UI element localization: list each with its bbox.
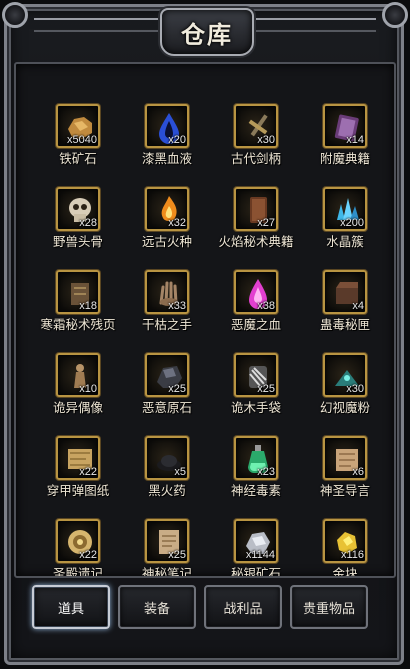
item-cell[interactable]: x14 附魔典籍 <box>299 104 387 184</box>
item-slot[interactable]: x5040 <box>56 104 100 148</box>
tab-valuables[interactable]: 贵重物品 <box>290 585 368 629</box>
item-quantity: x28 <box>79 217 97 229</box>
item-cell[interactable]: x25 诡木手袋 <box>210 353 298 433</box>
item-quantity: x1144 <box>245 549 275 561</box>
item-cell[interactable]: x1144 秘银矿石 <box>210 519 298 576</box>
item-cell[interactable]: x5040 铁矿石 <box>32 104 120 184</box>
item-quantity: x32 <box>168 217 186 229</box>
item-slot[interactable]: x116 <box>323 519 367 563</box>
title-wing <box>252 18 376 32</box>
item-quantity: x18 <box>79 300 97 312</box>
item-quantity: x38 <box>257 300 275 312</box>
item-cell[interactable]: x30 幻视魔粉 <box>299 353 387 433</box>
item-cell[interactable]: x32 远古火种 <box>121 187 209 267</box>
item-quantity: x22 <box>79 466 97 478</box>
tab-loot[interactable]: 战利品 <box>204 585 282 629</box>
item-quantity: x14 <box>346 134 364 146</box>
item-cell[interactable]: x33 干枯之手 <box>121 270 209 350</box>
frame-corner-ornament <box>382 2 408 28</box>
item-quantity: x33 <box>168 300 186 312</box>
item-slot[interactable]: x30 <box>234 104 278 148</box>
item-slot[interactable]: x20 <box>145 104 189 148</box>
item-cell[interactable]: x4 蛊毒秘匣 <box>299 270 387 350</box>
item-quantity: x23 <box>257 466 275 478</box>
item-quantity: x20 <box>168 134 186 146</box>
item-slot[interactable]: x22 <box>56 519 100 563</box>
title-plate: 仓库 <box>160 8 254 56</box>
item-cell[interactable]: x20 漆黑血液 <box>121 104 209 184</box>
item-cell[interactable]: x200 水晶簇 <box>299 187 387 267</box>
item-slot[interactable]: x38 <box>234 270 278 314</box>
item-slot[interactable]: x10 <box>56 353 100 397</box>
tab-items[interactable]: 道具 <box>32 585 110 629</box>
item-quantity: x200 <box>340 217 364 229</box>
item-quantity: x27 <box>257 217 275 229</box>
item-quantity: x116 <box>340 549 364 561</box>
item-quantity: x30 <box>346 383 364 395</box>
item-quantity: x25 <box>168 549 186 561</box>
tab-equipment[interactable]: 装备 <box>118 585 196 629</box>
item-cell[interactable]: x5 黑火药 <box>121 436 209 516</box>
item-name: 金块 <box>332 566 358 578</box>
frame-corner-ornament <box>2 2 28 28</box>
item-quantity: x4 <box>352 300 364 312</box>
item-slot[interactable]: x33 <box>145 270 189 314</box>
item-slot[interactable]: x27 <box>234 187 278 231</box>
item-slot[interactable]: x1144 <box>234 519 278 563</box>
item-name: 神圣导言 <box>319 483 370 498</box>
item-quantity: x25 <box>257 383 275 395</box>
window-title: 仓库 <box>181 19 233 49</box>
item-slot[interactable]: x6 <box>323 436 367 480</box>
item-quantity: x30 <box>257 134 275 146</box>
item-cell[interactable]: x22 穿甲弹图纸 <box>32 436 120 516</box>
item-slot[interactable]: x4 <box>323 270 367 314</box>
category-tabs: 道具 装备 战利品 贵重物品 <box>32 585 372 631</box>
item-quantity: x25 <box>168 383 186 395</box>
item-cell[interactable]: x116 金块 <box>299 519 387 576</box>
item-grid-panel[interactable]: x5040 铁矿石 x20 漆黑血液 x30 古代剑柄 x14 附魔典籍 x28 野兽头骨 x32 远… <box>14 62 396 578</box>
item-cell[interactable]: x28 野兽头骨 <box>32 187 120 267</box>
item-name: 附魔典籍 <box>319 151 370 166</box>
item-slot[interactable]: x23 <box>234 436 278 480</box>
item-cell[interactable]: x22 圣殿遗记 <box>32 519 120 576</box>
item-slot[interactable]: x32 <box>145 187 189 231</box>
item-name: 幻视魔粉 <box>319 400 370 415</box>
item-slot[interactable]: x200 <box>323 187 367 231</box>
item-quantity: x6 <box>352 466 364 478</box>
item-slot[interactable]: x22 <box>56 436 100 480</box>
item-cell[interactable]: x30 古代剑柄 <box>210 104 298 184</box>
item-slot[interactable]: x25 <box>234 353 278 397</box>
item-slot[interactable]: x30 <box>323 353 367 397</box>
item-cell[interactable]: x25 恶意原石 <box>121 353 209 433</box>
item-slot[interactable]: x28 <box>56 187 100 231</box>
item-cell[interactable]: x6 神圣导言 <box>299 436 387 516</box>
tab-label: 贵重物品 <box>302 601 355 617</box>
item-cell[interactable]: x27 火焰秘术典籍 <box>210 187 298 267</box>
item-slot[interactable]: x25 <box>145 519 189 563</box>
item-slot[interactable]: x25 <box>145 353 189 397</box>
item-slot[interactable]: x14 <box>323 104 367 148</box>
item-slot[interactable]: x5 <box>145 436 189 480</box>
item-name: 蛊毒秘匣 <box>319 317 370 332</box>
tab-label: 道具 <box>57 601 84 617</box>
item-cell[interactable]: x18 寒霜秘术残页 <box>32 270 120 350</box>
item-quantity: x5040 <box>67 134 97 146</box>
item-quantity: x5 <box>174 466 186 478</box>
item-name: 水晶簇 <box>326 234 364 249</box>
item-quantity: x22 <box>79 549 97 561</box>
title-wing <box>34 18 158 32</box>
item-slot[interactable]: x18 <box>56 270 100 314</box>
tab-label: 战利品 <box>223 601 263 617</box>
item-cell[interactable]: x10 诡异偶像 <box>32 353 120 433</box>
item-cell[interactable]: x25 神秘笔记 <box>121 519 209 576</box>
tab-label: 装备 <box>143 601 170 617</box>
item-quantity: x10 <box>79 383 97 395</box>
item-cell[interactable]: x23 神经毒素 <box>210 436 298 516</box>
item-cell[interactable]: x38 恶魔之血 <box>210 270 298 350</box>
